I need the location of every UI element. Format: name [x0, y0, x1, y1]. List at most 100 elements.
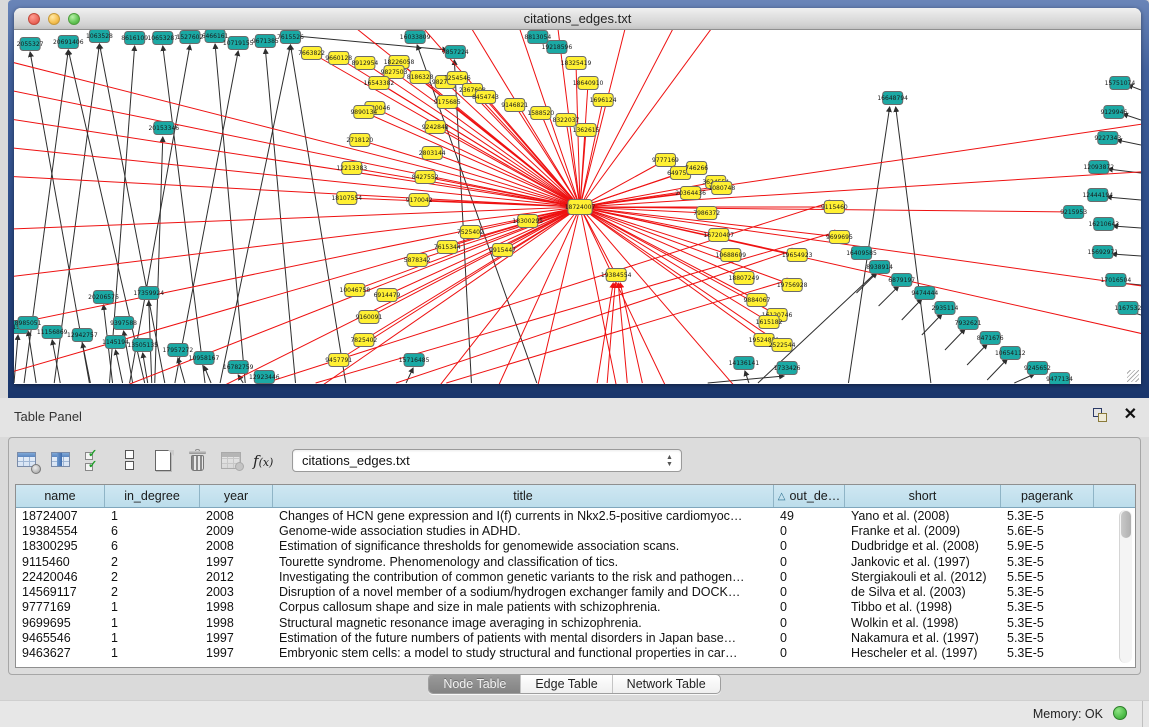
table-selector-dropdown[interactable]: citations_edges.txt ▲▼ [292, 449, 682, 472]
table-cell[interactable]: 2012 [200, 570, 273, 584]
graph-node[interactable]: 14136141 [729, 357, 760, 370]
graph-node[interactable]: 16210643 [1088, 218, 1119, 231]
table-cell[interactable]: 0 [774, 600, 845, 614]
table-cell[interactable]: 14569117 [16, 585, 105, 599]
table-cell[interactable]: Corpus callosum shape and size in male p… [273, 600, 774, 614]
table-cell[interactable]: Tourette syndrome. Phenomenology and cla… [273, 555, 774, 569]
table-cell[interactable]: 9463627 [16, 646, 105, 660]
table-cell[interactable]: Yano et al. (2008) [845, 509, 1001, 523]
table-cell[interactable]: 0 [774, 539, 845, 553]
tab-edge-table[interactable]: Edge Table [521, 675, 612, 693]
table-cell[interactable]: 5.3E-5 [1001, 646, 1094, 660]
graph-node[interactable]: 9699695 [826, 231, 853, 244]
graph-node[interactable]: 7615526 [277, 31, 304, 44]
table-cell[interactable]: Estimation of significance thresholds fo… [273, 539, 774, 553]
table-row[interactable]: 1872400712008Changes of HCN gene express… [16, 508, 1135, 523]
table-cell[interactable]: 0 [774, 616, 845, 630]
graph-node[interactable]: 9245652 [1024, 362, 1051, 375]
table-cell[interactable]: 5.3E-5 [1001, 555, 1094, 569]
graph-node[interactable]: 2055327 [17, 38, 44, 51]
table-cell[interactable]: 1998 [200, 600, 273, 614]
column-header-year[interactable]: year [200, 485, 273, 507]
rows-icon[interactable] [117, 448, 143, 474]
graph-node[interactable]: 2935114 [932, 302, 959, 315]
graph-node[interactable]: 8616109 [121, 32, 148, 45]
table-cell[interactable]: 1 [105, 509, 200, 523]
table-cell[interactable]: 9777169 [16, 600, 105, 614]
table-cell[interactable]: 0 [774, 585, 845, 599]
graph-node[interactable]: 17016504 [1101, 274, 1132, 287]
table-cell[interactable]: 0 [774, 524, 845, 538]
table-cell[interactable]: 5.3E-5 [1001, 585, 1094, 599]
graph-node[interactable]: 10653287 [147, 32, 178, 45]
column-header-in-degree[interactable]: in_degree [105, 485, 200, 507]
table-cell[interactable]: 9699695 [16, 616, 105, 630]
window-titlebar[interactable]: citations_edges.txt [14, 8, 1141, 30]
table-cell[interactable]: 1998 [200, 616, 273, 630]
table-cell[interactable]: 6 [105, 539, 200, 553]
table-cell[interactable]: 0 [774, 646, 845, 660]
graph-node[interactable]: 18640910 [573, 77, 604, 90]
graph-node[interactable]: 1696124 [590, 94, 617, 107]
table-cell[interactable]: 5.3E-5 [1001, 600, 1094, 614]
graph-node[interactable]: 2522544 [769, 339, 796, 352]
graph-node[interactable]: 9242848 [422, 121, 449, 134]
column-header-name[interactable]: name [16, 485, 105, 507]
table-cell[interactable]: 5.9E-5 [1001, 539, 1094, 553]
table-cell[interactable]: 9465546 [16, 631, 105, 645]
table-settings-icon[interactable] [15, 448, 41, 474]
graph-node[interactable]: 8186328 [407, 71, 434, 84]
scrollbar-thumb[interactable] [1121, 511, 1131, 538]
network-canvas[interactable]: 2055327206914061063528861610910653287152… [14, 30, 1141, 384]
table-row[interactable]: 969969511998Structural magnetic resonanc… [16, 615, 1135, 630]
graph-node[interactable]: 15692971 [1087, 246, 1118, 259]
graph-node[interactable]: 10958167 [189, 352, 220, 365]
graph-node[interactable]: 9457791 [325, 354, 352, 367]
table-cell[interactable]: 2 [105, 585, 200, 599]
graph-node[interactable]: 7825402 [350, 334, 377, 347]
table-cell[interactable]: 2008 [200, 509, 273, 523]
graph-node[interactable]: 6879197 [888, 274, 915, 287]
graph-node[interactable]: 12444194 [1082, 189, 1113, 202]
citation-network-graph[interactable]: 2055327206914061063528861610910653287152… [14, 30, 1141, 384]
table-cell[interactable]: 5.6E-5 [1001, 524, 1094, 538]
graph-node[interactable]: 20206576 [88, 291, 119, 304]
graph-node[interactable]: 9215953 [1060, 206, 1087, 219]
graph-node[interactable]: 7932621 [955, 317, 982, 330]
table-cell[interactable]: Stergiakouli et al. (2012) [845, 570, 1001, 584]
column-header-pagerank[interactable]: pagerank [1001, 485, 1094, 507]
window-resize-grip[interactable] [1127, 370, 1139, 382]
graph-node[interactable]: 12213383 [336, 162, 367, 175]
table-cell[interactable]: 18300295 [16, 539, 105, 553]
graph-node[interactable]: 2718120 [346, 134, 373, 147]
table-cell[interactable]: 18724007 [16, 509, 105, 523]
graph-node[interactable]: 1615182 [756, 316, 783, 329]
column-header-short[interactable]: short [845, 485, 1001, 507]
graph-node[interactable]: 9227343 [1094, 132, 1121, 145]
graph-node[interactable]: 9146821 [501, 99, 528, 112]
table-row[interactable]: 911546021997Tourette syndrome. Phenomeno… [16, 554, 1135, 569]
graph-node[interactable]: 12942757 [67, 329, 98, 342]
graph-node[interactable]: 1588520 [527, 107, 554, 120]
column-header-title[interactable]: title [273, 485, 774, 507]
table-cell[interactable]: 1 [105, 600, 200, 614]
tab-network-table[interactable]: Network Table [613, 675, 720, 693]
table-cell[interactable]: 1 [105, 631, 200, 645]
graph-node[interactable]: 9660128 [325, 52, 352, 65]
graph-node[interactable]: 16648794 [877, 92, 908, 105]
table-cell[interactable]: Structural magnetic resonance image aver… [273, 616, 774, 630]
graph-node[interactable]: 8938914 [866, 261, 893, 274]
graph-node[interactable]: 9474444 [911, 287, 938, 300]
graph-node[interactable]: 7857224 [442, 46, 469, 59]
table-cell[interactable]: 5.3E-5 [1001, 631, 1094, 645]
table-column-icon[interactable] [49, 448, 75, 474]
graph-node[interactable]: 1080748 [708, 182, 735, 195]
table-cell[interactable]: 2003 [200, 585, 273, 599]
graph-node[interactable]: 9175685 [434, 96, 461, 109]
table-cell[interactable]: 1997 [200, 646, 273, 660]
table-row[interactable]: 1830029562008Estimation of significance … [16, 539, 1135, 554]
function-builder-icon[interactable]: f(x) [253, 452, 273, 470]
table-cell[interactable]: Nakamura et al. (1997) [845, 631, 1001, 645]
import-table-icon[interactable] [219, 448, 245, 474]
table-cell[interactable]: Jankovic et al. (1997) [845, 555, 1001, 569]
